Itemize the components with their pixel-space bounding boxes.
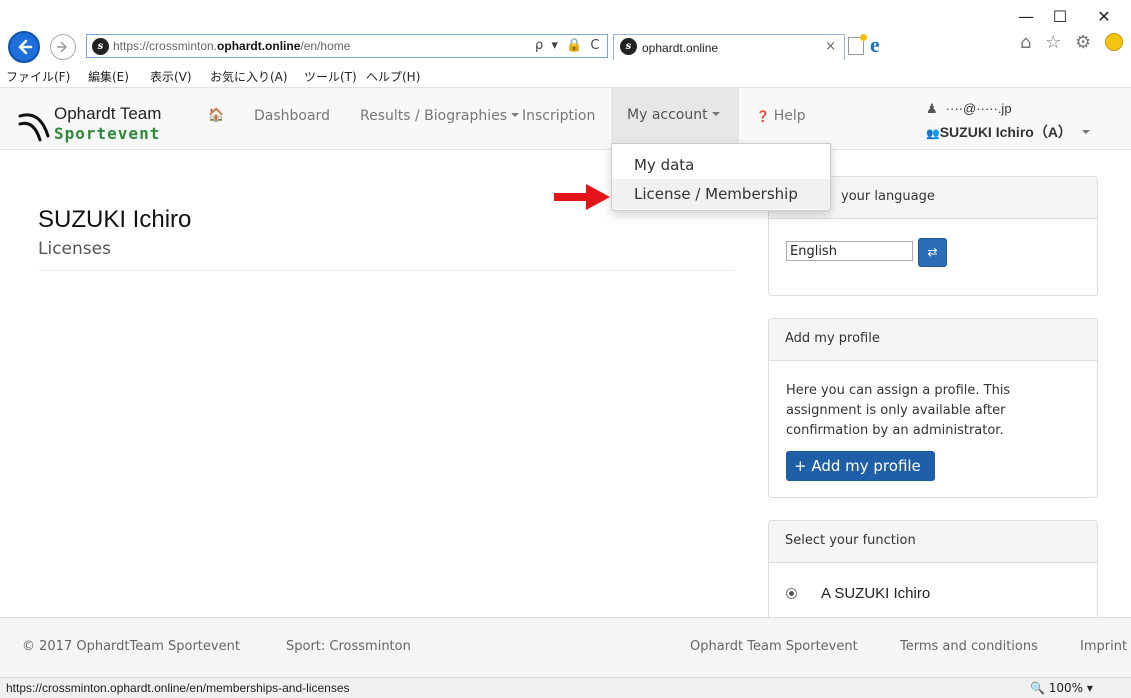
logo-text-sportevent: Sportevent	[54, 124, 161, 143]
logo-text-team: Ophardt Team	[54, 104, 162, 123]
browser-titlebar: — ☐ ✕ s https://crossminton.ophardt.onli…	[0, 0, 1131, 66]
user-email-text: ····@·····.jp	[945, 101, 1012, 116]
menu-help[interactable]: ヘルプ(H)	[366, 68, 420, 85]
back-arrow-icon	[18, 39, 33, 55]
add-profile-description: Here you can assign a profile. This assi…	[786, 383, 1011, 438]
nav-my-account-label: My account	[627, 107, 720, 123]
nav-home-icon[interactable]: 🏠	[208, 108, 224, 123]
nav-inscription-label: Inscription	[522, 108, 596, 124]
chevron-down-icon	[511, 113, 520, 117]
my-account-text: My account	[627, 107, 708, 123]
chevron-down-icon	[711, 112, 720, 116]
function-option-label[interactable]: A SUZUKI Ichiro	[821, 585, 930, 602]
tab-favicon-icon: s	[620, 38, 637, 55]
add-my-profile-button[interactable]: + Add my profile	[786, 451, 935, 481]
users-icon: 👥	[926, 128, 940, 140]
translate-icon: ⇄	[927, 245, 938, 259]
feedback-smiley-icon[interactable]	[1104, 33, 1123, 51]
chevron-down-icon	[1081, 130, 1090, 134]
site-favicon-icon: s	[92, 38, 109, 55]
nav-help-label: Help	[773, 108, 806, 124]
site-logo[interactable]: Ophardt Team Sportevent	[18, 104, 188, 150]
nav-dashboard[interactable]: Dashboard	[254, 108, 330, 124]
browser-tab[interactable]: s ophardt.online ×	[613, 34, 845, 60]
nav-results[interactable]: Results / Biographies	[360, 108, 520, 124]
home-star-gear-icons[interactable]: ⌂ ☆ ⚙	[1020, 32, 1095, 53]
dropdown-item-license-membership[interactable]: License / Membership	[612, 179, 830, 209]
maximize-button[interactable]: ☐	[1046, 6, 1074, 28]
user-role-selector[interactable]: 👥SUZUKI Ichiro（A）	[926, 122, 1090, 142]
menu-file[interactable]: ファイル(F)	[6, 68, 70, 85]
user-role-text: SUZUKI Ichiro（A）	[939, 124, 1072, 140]
menu-favorites[interactable]: お気に入り(A)	[210, 68, 288, 85]
tab-close-icon[interactable]: ×	[825, 39, 836, 54]
footer-link-imprint[interactable]: Imprint	[1080, 639, 1127, 654]
minimize-button[interactable]: —	[1012, 6, 1040, 28]
zoom-control[interactable]: 🔍 100% ▾	[1030, 681, 1093, 695]
tab-title: ophardt.online	[642, 41, 719, 55]
divider	[38, 270, 735, 271]
translate-button[interactable]: ⇄	[918, 238, 947, 267]
nav-my-account[interactable]: My account	[611, 88, 739, 143]
address-tools-icons[interactable]: ρ ▾ 🔒 C	[535, 38, 601, 53]
red-arrow-annotation	[554, 184, 610, 210]
footer-link-terms[interactable]: Terms and conditions	[900, 639, 1038, 654]
address-bar[interactable]: s https://crossminton.ophardt.online/en/…	[86, 34, 608, 58]
forward-arrow-icon	[57, 41, 68, 53]
menu-view[interactable]: 表示(V)	[150, 68, 192, 85]
dropdown-item-my-data[interactable]: My data	[612, 150, 830, 180]
footer-link-ophardt[interactable]: Ophardt Team Sportevent	[690, 639, 858, 654]
footer-sport: Sport: Crossminton	[286, 639, 411, 654]
forward-button[interactable]	[50, 34, 76, 60]
browser-menubar: ファイル(F) 編集(E) 表示(V) お気に入り(A) ツール(T) ヘルプ(…	[0, 66, 1131, 88]
question-circle-icon: ❓	[756, 110, 770, 123]
my-account-dropdown: My data License / Membership	[611, 143, 831, 211]
status-url: https://crossminton.ophardt.online/en/me…	[6, 681, 350, 695]
browser-toolbar-icons[interactable]: ⌂ ☆ ⚙	[1020, 32, 1123, 53]
browser-statusbar: https://crossminton.ophardt.online/en/me…	[0, 677, 1131, 698]
nav-results-label: Results / Biographies	[360, 108, 508, 124]
user-email[interactable]: ♟ ····@·····.jp	[926, 101, 1012, 117]
user-icon: ♟	[926, 101, 938, 116]
menu-tools[interactable]: ツール(T)	[304, 68, 357, 85]
menu-edit[interactable]: 編集(E)	[88, 68, 129, 85]
nav-inscription[interactable]: Inscription	[522, 108, 608, 124]
ie-logo-icon: e	[870, 32, 880, 57]
function-panel: Select your function A SUZUKI Ichiro	[768, 520, 1098, 617]
nav-help[interactable]: ❓ Help	[756, 108, 806, 124]
back-button[interactable]	[8, 31, 40, 63]
page-title: SUZUKI Ichiro	[38, 206, 192, 233]
page-subtitle: Licenses	[38, 239, 111, 259]
logo-swoosh-icon	[18, 113, 50, 142]
footer-copyright: © 2017 OphardtTeam Sportevent	[22, 639, 240, 654]
function-radio[interactable]	[786, 588, 797, 599]
add-profile-panel: Add my profile Here you can assign a pro…	[768, 318, 1098, 498]
address-url[interactable]: https://crossminton.ophardt.online/en/ho…	[113, 39, 350, 53]
new-tab-icon[interactable]	[848, 34, 867, 55]
footer: © 2017 OphardtTeam Sportevent Sport: Cro…	[0, 617, 1131, 677]
function-heading: Select your function	[769, 521, 1097, 563]
add-profile-heading: Add my profile	[769, 319, 1097, 361]
language-select[interactable]	[786, 241, 913, 261]
close-window-button[interactable]: ✕	[1090, 6, 1118, 28]
